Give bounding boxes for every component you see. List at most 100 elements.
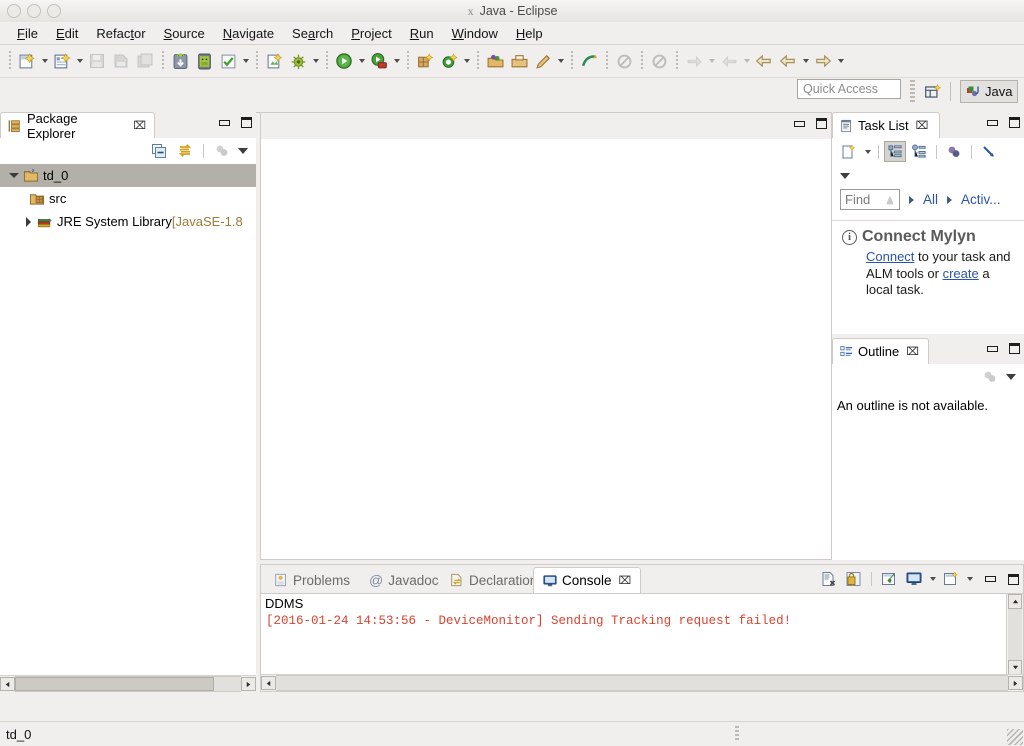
minimize-button[interactable] bbox=[987, 345, 998, 352]
new-java-class-dropdown-icon[interactable] bbox=[74, 50, 85, 72]
tab-package-explorer[interactable]: Package Explorer ⌧ bbox=[0, 111, 155, 141]
categorized-presentation-icon[interactable] bbox=[884, 141, 906, 162]
chevron-right-icon[interactable] bbox=[20, 214, 36, 230]
toolbar-grip[interactable] bbox=[475, 51, 480, 71]
clear-console-icon[interactable] bbox=[818, 568, 840, 590]
toolbar-grip[interactable] bbox=[405, 51, 410, 71]
perspective-grip[interactable] bbox=[910, 80, 915, 102]
toolbar-grip[interactable] bbox=[569, 51, 574, 71]
pin-console-icon[interactable] bbox=[878, 568, 900, 590]
perspective-java-button[interactable]: Java bbox=[960, 80, 1019, 103]
run-external-tools-dropdown-icon[interactable] bbox=[391, 50, 402, 72]
pencil-icon[interactable] bbox=[532, 50, 554, 72]
next-annotation-icon[interactable] bbox=[578, 50, 600, 72]
menu-edit[interactable]: Edit bbox=[47, 24, 87, 43]
open-task-icon[interactable] bbox=[508, 50, 530, 72]
scroll-down-arrow-icon[interactable] bbox=[1008, 660, 1022, 675]
collapse-all-icon[interactable] bbox=[978, 141, 1000, 163]
previous-edit-icon[interactable] bbox=[753, 50, 775, 72]
close-icon[interactable]: ⌧ bbox=[916, 119, 929, 132]
tab-problems[interactable]: Problems bbox=[265, 567, 359, 593]
collapse-all-icon[interactable] bbox=[148, 140, 170, 162]
package-explorer-hscrollbar[interactable] bbox=[0, 675, 256, 692]
display-selected-console-icon[interactable] bbox=[903, 568, 925, 590]
menu-project[interactable]: Project bbox=[342, 24, 400, 43]
focus-on-workweek-icon[interactable] bbox=[943, 141, 965, 163]
display-selected-console-dropdown-icon[interactable] bbox=[927, 568, 938, 590]
view-menu-icon[interactable] bbox=[838, 169, 852, 183]
console-vscrollbar[interactable] bbox=[1006, 594, 1023, 675]
toolbar-grip[interactable] bbox=[639, 51, 644, 71]
toolbar-grip[interactable] bbox=[674, 51, 679, 71]
status-bar-grip[interactable] bbox=[735, 726, 739, 742]
menu-source[interactable]: Source bbox=[155, 24, 214, 43]
console-output-area[interactable]: DDMS [2016-01-24 14:53:56 - DeviceMonito… bbox=[261, 593, 1023, 691]
new-class-dropdown-icon[interactable] bbox=[461, 50, 472, 72]
tab-outline[interactable]: Outline ⌧ bbox=[832, 338, 929, 364]
maximize-button[interactable] bbox=[816, 118, 827, 129]
new-java-class-icon[interactable] bbox=[51, 50, 73, 72]
search-input[interactable]: Find bbox=[840, 189, 900, 210]
view-menu-icon[interactable] bbox=[236, 144, 250, 158]
find-clear-icon[interactable] bbox=[883, 193, 897, 207]
tree-item-td_0[interactable]: td_0 bbox=[0, 164, 256, 187]
scroll-lock-icon[interactable] bbox=[843, 568, 865, 590]
back-arrow-dropdown-icon[interactable] bbox=[800, 50, 811, 72]
scroll-track[interactable] bbox=[276, 675, 1008, 691]
toolbar-grip[interactable] bbox=[7, 51, 12, 71]
tab-javadoc[interactable]: @ Javadoc bbox=[360, 567, 448, 593]
pencil-dropdown-icon[interactable] bbox=[555, 50, 566, 72]
filter-active-link[interactable]: Activ... bbox=[961, 192, 1001, 207]
open-console-dropdown-icon[interactable] bbox=[964, 568, 975, 590]
scheduled-presentation-icon[interactable] bbox=[908, 141, 930, 163]
scroll-left-arrow-icon[interactable] bbox=[261, 676, 276, 690]
scroll-right-arrow-icon[interactable] bbox=[1008, 676, 1023, 690]
android-virtual-device-manager-icon[interactable] bbox=[193, 50, 215, 72]
run-lint-dropdown-icon[interactable] bbox=[240, 50, 251, 72]
window-resize-grip[interactable] bbox=[1007, 729, 1023, 745]
menu-run[interactable]: Run bbox=[401, 24, 443, 43]
open-perspective-icon[interactable] bbox=[922, 81, 944, 103]
run-lint-icon[interactable] bbox=[217, 50, 239, 72]
close-icon[interactable]: ⌧ bbox=[619, 574, 632, 587]
toolbar-grip[interactable] bbox=[254, 51, 259, 71]
console-hscrollbar[interactable] bbox=[261, 674, 1023, 691]
new-task-dropdown-icon[interactable] bbox=[862, 141, 873, 163]
new-android-project-icon[interactable] bbox=[263, 50, 285, 72]
scroll-track[interactable] bbox=[1008, 609, 1022, 660]
filter-active-arrow-icon[interactable] bbox=[944, 196, 955, 204]
scroll-right-arrow-icon[interactable] bbox=[241, 677, 256, 691]
close-icon[interactable]: ⌧ bbox=[906, 345, 919, 358]
debug-dropdown-icon[interactable] bbox=[310, 50, 321, 72]
run-icon[interactable] bbox=[333, 50, 355, 72]
menu-file[interactable]: File bbox=[8, 24, 47, 43]
run-dropdown-icon[interactable] bbox=[356, 50, 367, 72]
tab-task-list[interactable]: Task List ⌧ bbox=[832, 112, 940, 138]
maximize-button[interactable] bbox=[1009, 117, 1020, 128]
menu-help[interactable]: Help bbox=[507, 24, 552, 43]
scroll-up-arrow-icon[interactable] bbox=[1008, 594, 1022, 609]
scroll-track[interactable] bbox=[15, 676, 241, 692]
minimize-button[interactable] bbox=[794, 120, 805, 127]
tab-console[interactable]: Console ⌧ bbox=[533, 567, 642, 593]
minimize-button[interactable] bbox=[987, 119, 998, 126]
new-task-icon[interactable] bbox=[838, 141, 860, 163]
link-with-editor-icon[interactable] bbox=[174, 140, 196, 162]
connect-link[interactable]: Connect bbox=[866, 249, 914, 264]
chevron-down-icon[interactable] bbox=[6, 168, 22, 184]
menu-navigate[interactable]: Navigate bbox=[214, 24, 283, 43]
toolbar-grip[interactable] bbox=[160, 51, 165, 71]
forward-arrow-dropdown-icon[interactable] bbox=[835, 50, 846, 72]
toolbar-grip[interactable] bbox=[324, 51, 329, 71]
open-console-icon[interactable] bbox=[940, 568, 962, 590]
minimize-button[interactable] bbox=[985, 576, 996, 582]
open-type-icon[interactable] bbox=[484, 50, 506, 72]
minimize-button[interactable] bbox=[219, 119, 230, 126]
tree-item-src[interactable]: src bbox=[0, 187, 256, 210]
tab-declaration[interactable]: Declaration bbox=[441, 567, 546, 593]
close-icon[interactable]: ⌧ bbox=[133, 119, 146, 132]
new-package-icon[interactable] bbox=[414, 50, 436, 72]
maximize-button[interactable] bbox=[241, 117, 252, 128]
menu-search[interactable]: Search bbox=[283, 24, 342, 43]
create-link[interactable]: create bbox=[943, 266, 979, 281]
